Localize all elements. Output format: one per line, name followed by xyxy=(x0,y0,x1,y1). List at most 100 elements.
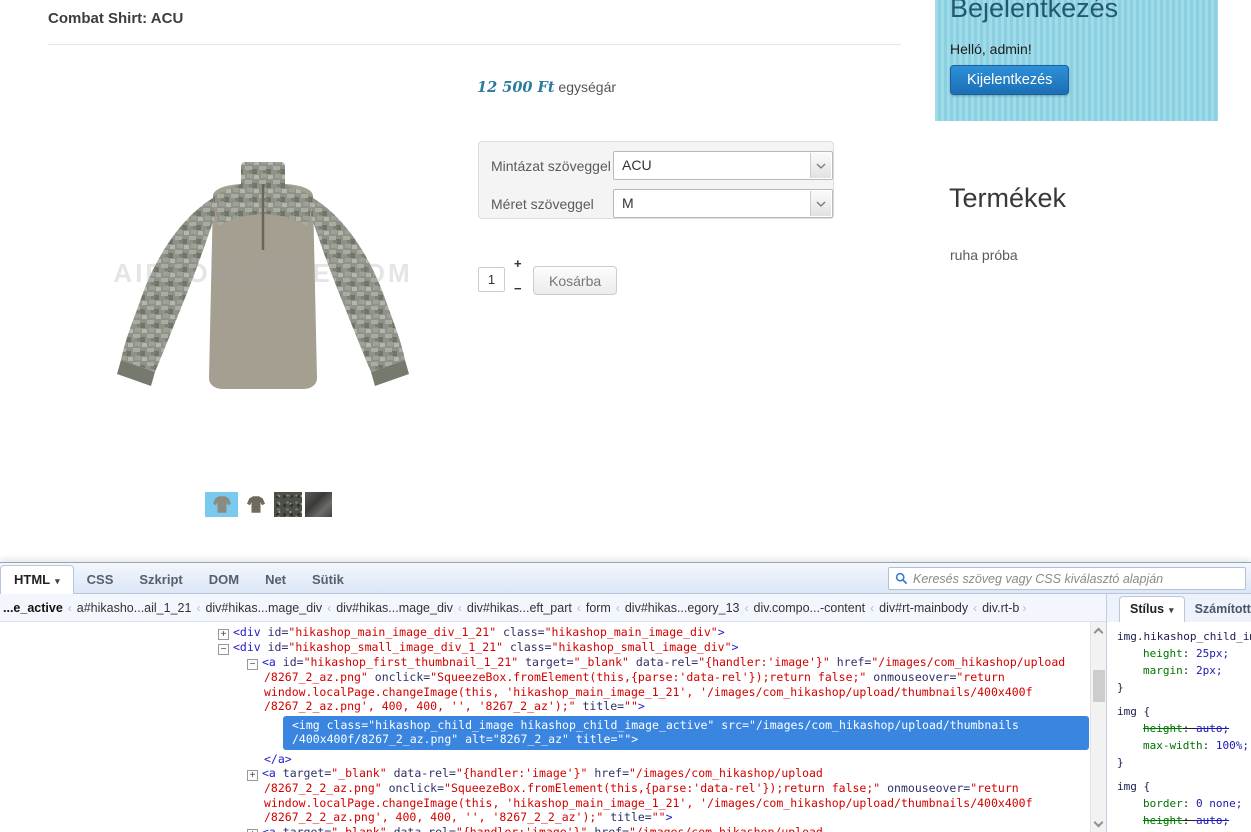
thumbnail-strip xyxy=(205,492,335,517)
css-property[interactable]: height: 25px; xyxy=(1117,645,1251,662)
css-property[interactable]: margin: 2px; xyxy=(1117,662,1251,679)
breadcrumb-item[interactable]: div#rt-mainbody xyxy=(879,601,968,615)
thumbnail-fabric-dark[interactable] xyxy=(305,492,332,517)
breadcrumb-item[interactable]: div#hikas...egory_13 xyxy=(625,601,740,615)
code-line[interactable]: window.localPage.changeImage(this, 'hika… xyxy=(0,685,1090,700)
product-page: Combat Shirt: ACU 12 500 Ft egységár xyxy=(0,0,1251,562)
breadcrumb-item[interactable]: div.compo...-content xyxy=(754,601,866,615)
breadcrumb-item[interactable]: div#hikas...eft_part xyxy=(467,601,572,615)
expand-icon[interactable]: + xyxy=(247,829,258,832)
devtools-body: +<div id="hikashop_main_image_div_1_21" … xyxy=(0,622,1106,832)
option-label-pattern: Mintázat szöveggel xyxy=(491,158,613,174)
side-tab-stílus[interactable]: Stílus▾ xyxy=(1119,596,1185,622)
css-property[interactable]: height: auto; xyxy=(1117,720,1251,737)
css-property[interactable]: height: auto; xyxy=(1117,812,1251,829)
devtools-toolbar: HTML▾CSSSzkriptDOMNetSütik xyxy=(0,563,1251,594)
css-property[interactable]: max-width: 100%; xyxy=(1117,737,1251,754)
breadcrumb-separator-icon: ‹ xyxy=(870,601,874,615)
code-line[interactable]: /8267_2_2_az.png', 400, 400, '', '8267_2… xyxy=(0,810,1090,825)
css-rule: img {border: 0 none;height: auto;max-wid… xyxy=(1117,778,1251,832)
collapse-icon[interactable]: − xyxy=(218,644,229,655)
dropdown-caret-icon: ▾ xyxy=(55,576,60,586)
breadcrumb-item[interactable]: div#hikas...mage_div xyxy=(336,601,453,615)
breadcrumb-item[interactable]: div#hikas...mage_div xyxy=(205,601,322,615)
product-image: AIRSOFTZONE.COM xyxy=(63,138,463,415)
collapse-icon[interactable]: − xyxy=(247,659,258,670)
code-line[interactable]: +<div id="hikashop_main_image_div_1_21" … xyxy=(0,625,1090,640)
products-section-title: Termékek xyxy=(949,183,1066,214)
product-options-box: Mintázat szöveggelACUMéret szöveggelM xyxy=(478,141,834,219)
breadcrumb-item[interactable]: div.rt-b xyxy=(982,601,1019,615)
scroll-up-icon[interactable] xyxy=(1095,626,1103,634)
selected-node-highlight[interactable]: <img class="hikashop_child_image hikasho… xyxy=(283,716,1089,750)
breadcrumb-item[interactable]: ...e_active xyxy=(3,601,63,615)
style-panel-tabs: Stílus▾Számított xyxy=(1106,594,1251,622)
logout-button[interactable]: Kijelentkezés xyxy=(950,65,1069,95)
devtools-search-input[interactable] xyxy=(913,572,1239,586)
dropdown-caret-icon: ▾ xyxy=(1169,605,1174,615)
css-selector[interactable]: img { xyxy=(1117,778,1251,795)
chevron-down-icon[interactable] xyxy=(810,153,831,178)
thumbnail-front-active[interactable] xyxy=(205,492,238,517)
breadcrumb-overflow-icon[interactable]: › xyxy=(1022,601,1026,615)
devtools-tab-html[interactable]: HTML▾ xyxy=(0,565,74,594)
login-title: Bejelentkezés xyxy=(950,0,1203,24)
code-line[interactable]: /8267_2_az.png" onclick="SqueezeBox.from… xyxy=(0,670,1090,685)
code-line[interactable]: /8267_2_az.png', 400, 400, '', '8267_2_a… xyxy=(0,699,1090,714)
css-selector[interactable]: img { xyxy=(1117,703,1251,720)
sidebar-item-ruha-proba[interactable]: ruha próba xyxy=(950,247,1018,263)
style-rules-panel: img.hikashop_child_image {height: 25px;m… xyxy=(1106,622,1251,832)
code-line[interactable]: −<div id="hikashop_small_image_div_1_21"… xyxy=(0,640,1090,655)
code-scrollbar[interactable] xyxy=(1090,622,1106,832)
pattern-select[interactable]: ACU xyxy=(613,151,833,180)
highlight-line: /400x400f/8267_2_az.png" alt="8267_2_az"… xyxy=(292,732,1080,747)
login-greeting: Helló, admin! xyxy=(950,41,1203,57)
expand-icon[interactable]: + xyxy=(247,770,258,781)
css-rule: img.hikashop_child_image {height: 25px;m… xyxy=(1117,628,1251,696)
quantity-increase-icon[interactable]: + xyxy=(514,256,522,271)
option-row-size: Méret szöveggelM xyxy=(491,189,833,218)
title-divider xyxy=(48,44,901,45)
chevron-down-icon[interactable] xyxy=(810,191,831,216)
expand-icon[interactable]: + xyxy=(218,629,229,640)
breadcrumb-separator-icon: ‹ xyxy=(68,601,72,615)
code-line[interactable]: −<a id="hikashop_first_thumbnail_1_21" t… xyxy=(0,655,1090,670)
quantity-input[interactable] xyxy=(478,267,505,292)
code-line[interactable]: </a> xyxy=(0,752,1090,767)
breadcrumb-separator-icon: ‹ xyxy=(327,601,331,615)
code-panel: +<div id="hikashop_main_image_div_1_21" … xyxy=(0,622,1090,832)
breadcrumb-separator-icon: ‹ xyxy=(196,601,200,615)
code-line[interactable]: window.localPage.changeImage(this, 'hika… xyxy=(0,796,1090,811)
css-selector[interactable]: img.hikashop_child_image { xyxy=(1117,628,1251,645)
breadcrumb-item[interactable]: a#hikasho...ail_1_21 xyxy=(77,601,192,615)
breadcrumb-item[interactable]: form xyxy=(586,601,611,615)
devtools-tab-szkript[interactable]: Szkript xyxy=(126,566,195,594)
breadcrumb-separator-icon: ‹ xyxy=(616,601,620,615)
price-line: 12 500 Ft egységár xyxy=(477,79,616,96)
price-unit-label: egységár xyxy=(555,79,616,95)
code-line[interactable]: /8267_2_2_az.png" onclick="SqueezeBox.fr… xyxy=(0,781,1090,796)
side-tab-számított[interactable]: Számított xyxy=(1185,597,1251,622)
css-rule-close: } xyxy=(1117,754,1251,771)
option-label-size: Méret szöveggel xyxy=(491,196,613,212)
css-rule-close: } xyxy=(1117,679,1251,696)
devtools-tab-net[interactable]: Net xyxy=(252,566,299,594)
devtools-tab-sütik[interactable]: Sütik xyxy=(299,566,357,594)
style-rules: img.hikashop_child_image {height: 25px;m… xyxy=(1117,628,1251,832)
css-property[interactable]: border: 0 none; xyxy=(1117,795,1251,812)
thumbnail-back[interactable] xyxy=(241,492,271,517)
quantity-decrease-icon[interactable]: − xyxy=(514,281,522,296)
watermark-text: AIRSOFTZONE.COM xyxy=(63,258,463,289)
size-select[interactable]: M xyxy=(613,189,833,218)
add-to-cart-button[interactable]: Kosárba xyxy=(533,266,617,295)
thumbnail-camo-pattern[interactable] xyxy=(274,492,302,517)
devtools-panel: HTML▾CSSSzkriptDOMNetSütik ...e_active ‹ a… xyxy=(0,562,1251,831)
devtools-tab-css[interactable]: CSS xyxy=(74,566,127,594)
scrollbar-thumb[interactable] xyxy=(1093,670,1105,702)
breadcrumb-separator-icon: ‹ xyxy=(745,601,749,615)
devtools-tab-dom[interactable]: DOM xyxy=(196,566,252,594)
breadcrumb-separator-icon: ‹ xyxy=(458,601,462,615)
code-line[interactable]: +<a target="_blank" data-rel="{handler:'… xyxy=(0,766,1090,781)
breadcrumb-separator-icon: ‹ xyxy=(577,601,581,615)
scroll-down-icon[interactable] xyxy=(1095,820,1103,828)
